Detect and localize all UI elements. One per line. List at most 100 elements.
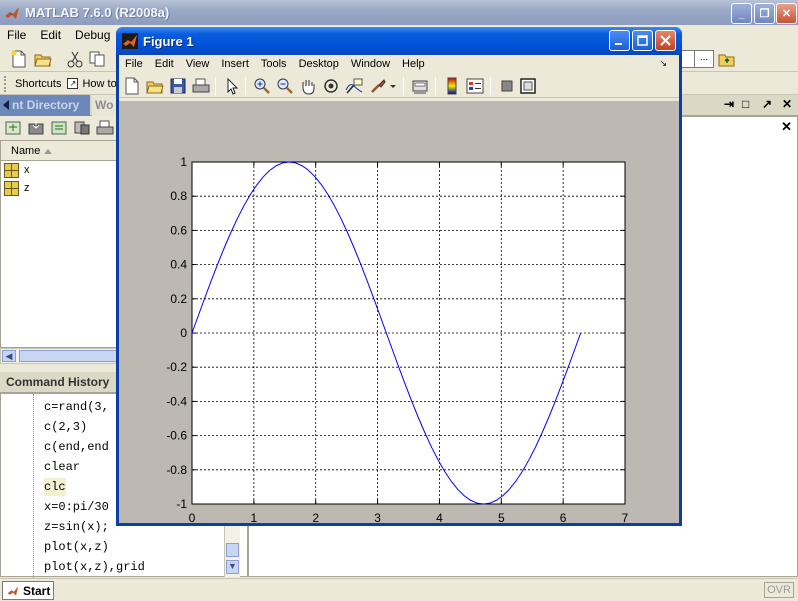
list-item[interactable]: z	[1, 179, 116, 197]
figure-window[interactable]: Figure 1 File Edit View Insert Tools Des…	[116, 27, 682, 526]
command-history-header[interactable]: Command History	[0, 372, 117, 393]
fig-menu-file[interactable]: File	[119, 58, 149, 70]
x-tick-label: 5	[498, 511, 505, 523]
history-line[interactable]: c(end,end	[44, 438, 109, 456]
toolbar-separator	[403, 77, 404, 95]
new-folder-icon[interactable]	[4, 119, 22, 137]
main-restore-button[interactable]: ❐	[754, 3, 775, 24]
dock-arrows-icon[interactable]: ⇥	[724, 97, 734, 111]
x-tick-label: 6	[560, 511, 567, 523]
pan-hand-icon[interactable]	[299, 77, 317, 95]
brush-data-icon[interactable]	[369, 77, 387, 95]
scroll-left-arrow-icon[interactable]: ◀	[2, 350, 16, 362]
dock-figure-icon[interactable]: ↘	[653, 58, 673, 69]
copy-icon[interactable]	[88, 50, 106, 68]
howto-add-icon[interactable]: ↗	[67, 78, 79, 89]
close-icon[interactable]: ✕	[781, 119, 792, 135]
new-file-icon[interactable]	[10, 50, 28, 68]
print-icon[interactable]	[96, 119, 114, 137]
variable-tools-icon[interactable]	[73, 119, 91, 137]
figure-close-button[interactable]	[655, 30, 676, 51]
overwrite-indicator: OVR	[764, 582, 794, 598]
history-line[interactable]: clc	[44, 478, 66, 496]
minimize-icon	[615, 43, 622, 45]
list-item[interactable]: x	[1, 161, 116, 179]
fig-menu-desktop[interactable]: Desktop	[293, 58, 345, 70]
variable-name: x	[24, 164, 30, 176]
x-tick-label: 4	[436, 511, 443, 523]
undock-icon[interactable]: ↗	[762, 97, 772, 111]
y-tick-label: -0.6	[166, 429, 187, 443]
insert-legend-icon[interactable]	[466, 77, 484, 95]
main-close-button[interactable]: ✕	[776, 3, 797, 24]
browse-folder-button[interactable]: ...	[694, 50, 714, 68]
history-line[interactable]: plot(x,z),grid	[44, 558, 145, 576]
name-column-label: Name	[11, 145, 41, 157]
insert-colorbar-icon[interactable]	[443, 77, 461, 95]
save-workspace-icon[interactable]	[50, 119, 68, 137]
history-line[interactable]: clear	[44, 458, 80, 476]
new-figure-icon[interactable]	[123, 77, 141, 95]
plot-area[interactable]: 0 1 2 3 4 5 6 7 -1 -0.8 -0.6 -0.4 -0.2 0 0.2 0.4 0.6 0.8 1	[119, 101, 679, 523]
name-column-header[interactable]: Name	[1, 141, 116, 161]
toolbar-grip[interactable]	[4, 75, 7, 92]
shortcuts-label[interactable]: Shortcuts	[15, 78, 61, 90]
start-button[interactable]: Start	[2, 581, 54, 600]
rotate-3d-icon[interactable]	[322, 77, 340, 95]
fig-menu-view[interactable]: View	[180, 58, 216, 70]
fig-menu-insert[interactable]: Insert	[215, 58, 255, 70]
y-tick-label: 0.6	[170, 223, 187, 237]
matrix-variable-icon	[4, 162, 19, 178]
scrollbar-thumb[interactable]	[226, 543, 239, 557]
fig-menu-window[interactable]: Window	[345, 58, 396, 70]
main-menu-edit[interactable]: Edit	[33, 28, 68, 42]
print-figure-icon[interactable]	[192, 77, 210, 95]
history-line[interactable]: plot(x,z)	[44, 538, 109, 556]
hide-plot-tools-icon[interactable]	[498, 77, 516, 95]
up-folder-icon[interactable]	[718, 50, 736, 68]
main-minimize-button[interactable]: _	[731, 3, 752, 24]
edit-plot-arrow-icon[interactable]	[223, 77, 241, 95]
close-pane-icon[interactable]: ✕	[782, 97, 792, 111]
open-folder-icon[interactable]	[34, 50, 52, 68]
chevron-down-icon[interactable]	[389, 77, 397, 95]
current-directory-file-list[interactable]: Name x z	[0, 140, 117, 348]
import-data-icon[interactable]	[27, 119, 45, 137]
open-file-icon[interactable]	[146, 77, 164, 95]
main-menu-debug[interactable]: Debug	[68, 28, 117, 42]
main-window-title: MATLAB 7.6.0 (R2008a)	[25, 5, 170, 20]
save-figure-icon[interactable]	[169, 77, 187, 95]
main-menu-file[interactable]: File	[0, 28, 33, 42]
data-cursor-icon[interactable]	[345, 77, 363, 95]
matrix-variable-icon	[4, 180, 19, 196]
fig-menu-tools[interactable]: Tools	[255, 58, 293, 70]
main-titlebar: MATLAB 7.6.0 (R2008a) _ ❐ ✕	[0, 0, 798, 25]
tab-current-directory[interactable]: nt Directory	[0, 95, 90, 116]
variable-name: z	[24, 182, 30, 194]
cut-icon[interactable]	[66, 50, 84, 68]
file-list-horizontal-scrollbar[interactable]: ◀	[0, 348, 117, 364]
tab-workspace[interactable]: Wo	[92, 95, 117, 116]
close-icon	[660, 35, 671, 46]
link-plot-icon[interactable]	[411, 77, 429, 95]
figure-minimize-button[interactable]	[609, 30, 630, 51]
maximize-pane-icon[interactable]: □	[742, 97, 749, 111]
figure-titlebar[interactable]: Figure 1	[116, 27, 682, 55]
fig-menu-help[interactable]: Help	[396, 58, 431, 70]
history-line[interactable]: x=0:pi/30	[44, 498, 109, 516]
zoom-in-icon[interactable]	[253, 77, 271, 95]
fig-menu-edit[interactable]: Edit	[149, 58, 180, 70]
history-line[interactable]: c=rand(3,	[44, 398, 109, 416]
howto-link[interactable]: How to	[82, 78, 116, 90]
show-plot-tools-icon[interactable]	[519, 77, 537, 95]
y-tick-label: -1	[176, 497, 187, 511]
scrollbar-thumb[interactable]	[19, 350, 117, 362]
figure-canvas[interactable]: 0 1 2 3 4 5 6 7 -1 -0.8 -0.6 -0.4 -0.2 0 0.2 0.4 0.6 0.8 1	[119, 101, 679, 523]
history-line[interactable]: c(2,3)	[44, 418, 87, 436]
y-tick-label: -0.4	[166, 394, 187, 408]
zoom-out-icon[interactable]	[276, 77, 294, 95]
scroll-down-arrow-icon[interactable]: ▼	[226, 560, 239, 574]
history-line[interactable]: z=sin(x);	[44, 518, 109, 536]
figure-maximize-button[interactable]	[632, 30, 653, 51]
y-tick-label: -0.8	[166, 463, 187, 477]
